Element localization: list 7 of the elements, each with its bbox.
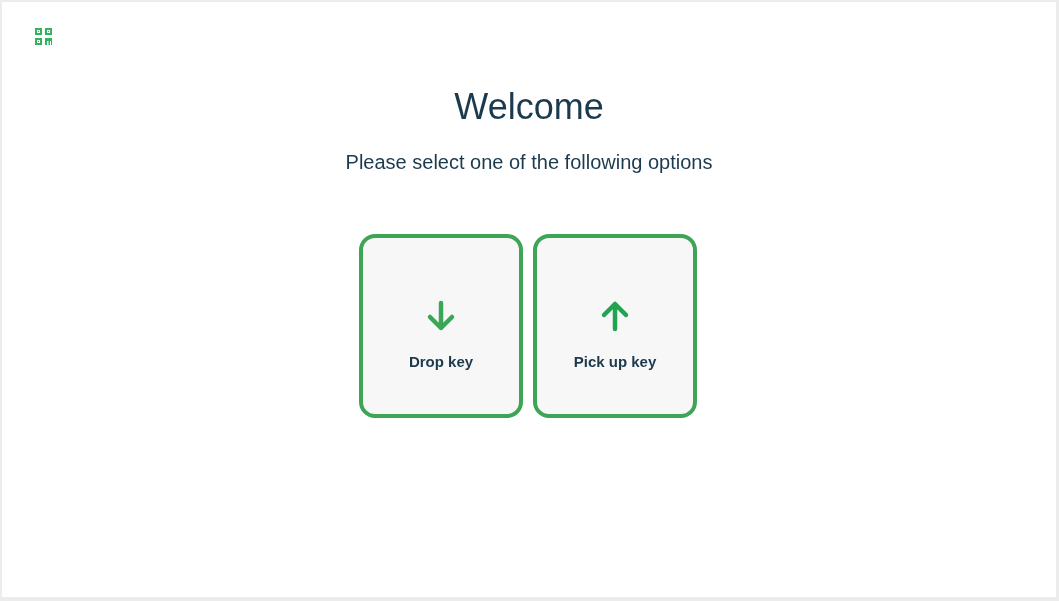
qr-code-icon — [35, 28, 52, 45]
drop-key-button[interactable]: Drop key — [359, 234, 523, 418]
arrow-down-icon — [425, 300, 457, 332]
arrow-up-icon — [599, 300, 631, 332]
instruction-text: Please select one of the following options — [345, 150, 713, 175]
welcome-title: Welcome — [454, 85, 604, 129]
pick-up-key-button[interactable]: Pick up key — [533, 234, 697, 418]
